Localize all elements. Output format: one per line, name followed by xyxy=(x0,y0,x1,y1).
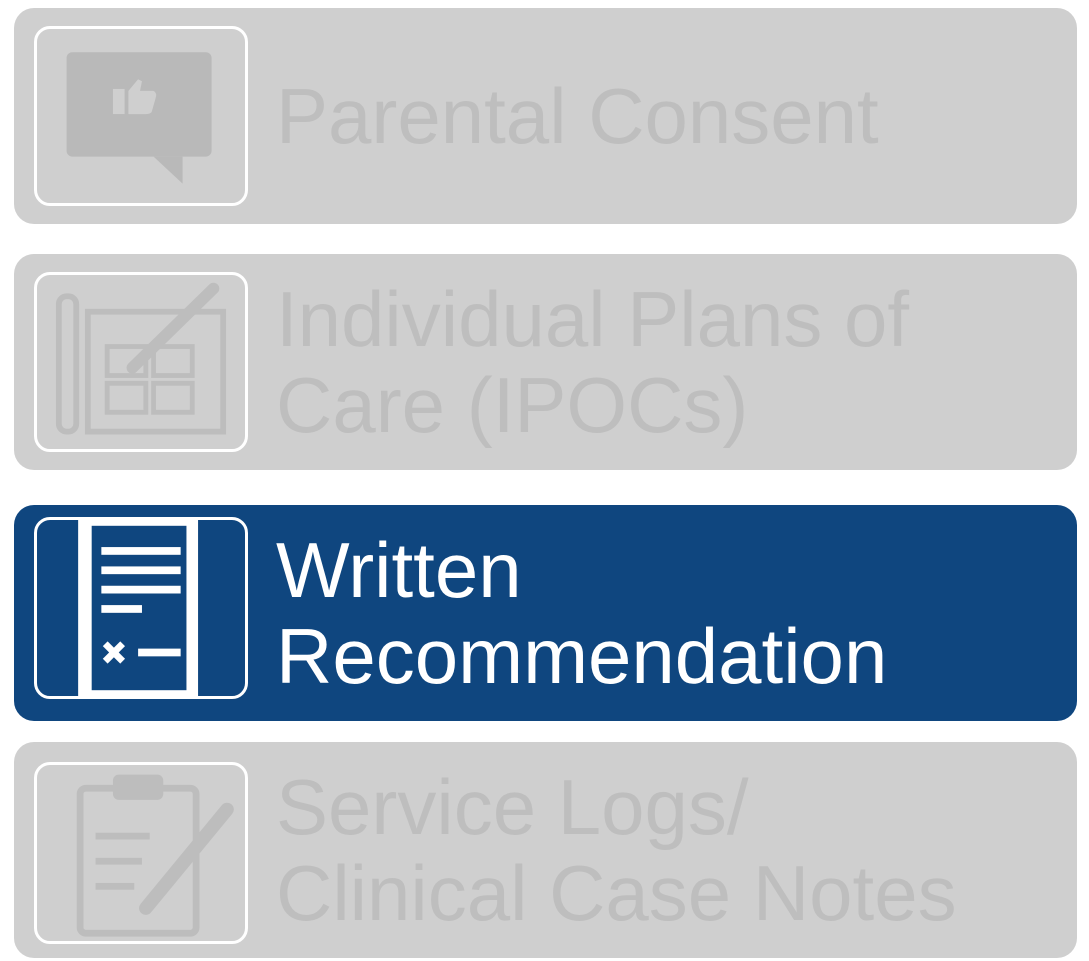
label-line: Clinical Case Notes xyxy=(276,849,957,937)
label-line: Care (IPOCs) xyxy=(276,361,749,449)
blueprint-pencil-icon xyxy=(34,272,248,452)
menu-item-label: Individual Plans of Care (IPOCs) xyxy=(276,254,1057,470)
label-line: Recommendation xyxy=(276,612,888,700)
menu-item-label: Service Logs/ Clinical Case Notes xyxy=(276,742,1057,958)
label-line: Written xyxy=(276,526,522,614)
menu-item-written-recommendation[interactable]: Written Recommendation xyxy=(14,505,1077,721)
menu-item-label: Written Recommendation xyxy=(276,505,1057,721)
document-menu: Parental Consent Individual Plans of Car… xyxy=(0,0,1089,961)
label-line: Parental Consent xyxy=(276,72,879,160)
menu-item-parental-consent[interactable]: Parental Consent xyxy=(14,8,1077,224)
menu-item-service-logs[interactable]: Service Logs/ Clinical Case Notes xyxy=(14,742,1077,958)
thumbs-up-speech-bubble-icon xyxy=(34,26,248,206)
clipboard-pencil-icon xyxy=(34,762,248,944)
label-line: Service Logs/ xyxy=(276,763,749,851)
menu-item-individual-plans-of-care[interactable]: Individual Plans of Care (IPOCs) xyxy=(14,254,1077,470)
menu-item-label: Parental Consent xyxy=(276,8,1057,224)
label-line: Individual Plans of xyxy=(276,275,910,363)
signed-document-icon xyxy=(34,517,248,699)
